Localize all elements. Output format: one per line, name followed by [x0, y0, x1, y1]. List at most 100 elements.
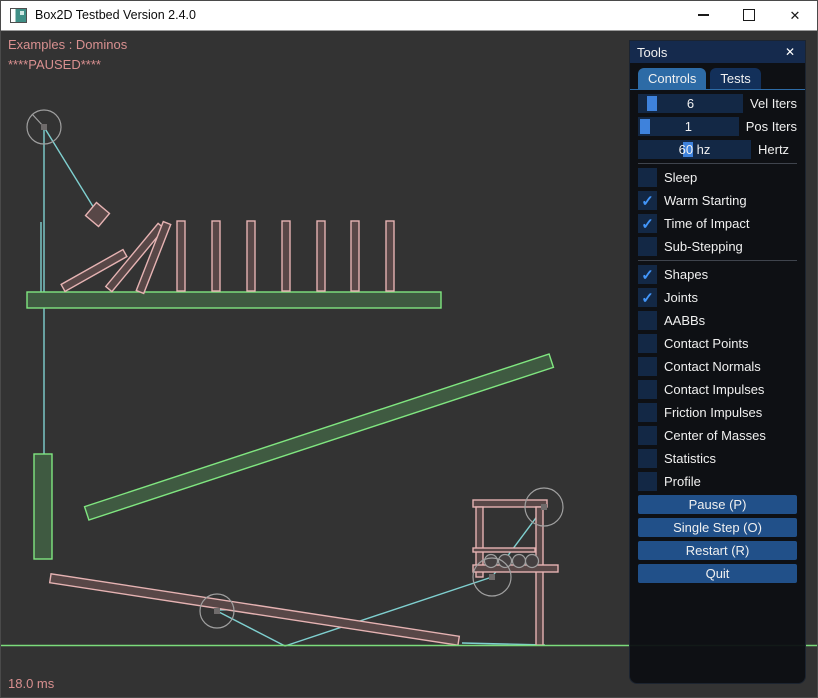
checkbox-box[interactable]: [638, 357, 657, 376]
checkbox-profile[interactable]: Profile: [638, 472, 797, 491]
hertz-slider[interactable]: 60 hz Hertz: [638, 140, 797, 159]
checkbox-shapes[interactable]: ✓ Shapes: [638, 265, 797, 284]
checkbox-label: Contact Points: [664, 336, 749, 351]
checkbox-label: Joints: [664, 290, 698, 305]
minimize-button[interactable]: [680, 0, 726, 30]
pendulum-box[interactable]: [86, 203, 110, 227]
checkbox-box[interactable]: [638, 472, 657, 491]
checkbox-label: Sleep: [664, 170, 697, 185]
frame-time-label: 18.0 ms: [8, 676, 54, 691]
seesaw-plank[interactable]: [50, 574, 460, 645]
standing-domino[interactable]: [212, 221, 220, 291]
checkbox-label: Profile: [664, 474, 701, 489]
domino-platform: [27, 292, 441, 308]
paused-label: ****PAUSED****: [8, 57, 101, 72]
window-title: Box2D Testbed Version 2.4.0: [35, 8, 196, 22]
checkbox-box[interactable]: [638, 380, 657, 399]
app-icon: [10, 8, 27, 23]
checkbox-statistics[interactable]: Statistics: [638, 449, 797, 468]
checkbox-label: Center of Masses: [664, 428, 766, 443]
checkbox-box[interactable]: [638, 403, 657, 422]
checkbox-box[interactable]: [638, 237, 657, 256]
separator: [638, 260, 797, 261]
checkbox-box[interactable]: [638, 449, 657, 468]
tab-controls[interactable]: Controls: [638, 68, 706, 89]
standing-domino[interactable]: [247, 221, 255, 291]
pause-button[interactable]: Pause (P): [638, 495, 797, 514]
checkbox-sleep[interactable]: Sleep: [638, 168, 797, 187]
checkbox-box[interactable]: [638, 426, 657, 445]
vel-iters-label: Vel Iters: [750, 96, 797, 111]
tools-tabbar: Controls Tests: [630, 63, 805, 90]
standing-domino[interactable]: [317, 221, 325, 291]
dominoes-group[interactable]: [61, 221, 394, 293]
maximize-icon: [743, 9, 755, 21]
tools-panel-titlebar[interactable]: Tools ✕: [630, 41, 805, 63]
single-step-button[interactable]: Single Step (O): [638, 518, 797, 537]
checkbox-center-of-masses[interactable]: Center of Masses: [638, 426, 797, 445]
standing-domino[interactable]: [351, 221, 359, 291]
static-bodies: [27, 292, 553, 559]
checkbox-box[interactable]: ✓: [638, 288, 657, 307]
checkbox-label: Shapes: [664, 267, 708, 282]
checkbox-label: Warm Starting: [664, 193, 747, 208]
checkbox-label: Sub-Stepping: [664, 239, 743, 254]
checkbox-label: Contact Normals: [664, 359, 761, 374]
maximize-button[interactable]: [726, 0, 772, 30]
tools-panel-close-button[interactable]: ✕: [782, 44, 798, 60]
tab-tests[interactable]: Tests: [710, 68, 760, 89]
long-ramp: [85, 354, 554, 520]
checkbox-warm-starting[interactable]: ✓ Warm Starting: [638, 191, 797, 210]
slider-grab[interactable]: [640, 119, 650, 134]
vertical-column: [34, 454, 52, 559]
checkbox-label: Friction Impulses: [664, 405, 762, 420]
checkbox-time-of-impact[interactable]: ✓ Time of Impact: [638, 214, 797, 233]
checkbox-box[interactable]: [638, 168, 657, 187]
quit-button[interactable]: Quit: [638, 564, 797, 583]
hertz-label: Hertz: [758, 142, 789, 157]
checkbox-box[interactable]: [638, 334, 657, 353]
checkbox-friction-impulses[interactable]: Friction Impulses: [638, 403, 797, 422]
example-label: Examples : Dominos: [8, 37, 127, 52]
pos-iters-value: 1: [685, 119, 692, 134]
stand-top-beam[interactable]: [473, 500, 547, 507]
slider-grab[interactable]: [647, 96, 657, 111]
tools-panel: Tools ✕ Controls Tests 6 Vel Iters 1 Pos…: [629, 40, 806, 684]
checkbox-joints[interactable]: ✓ Joints: [638, 288, 797, 307]
close-icon: ✕: [790, 9, 801, 22]
minimize-icon: [698, 14, 709, 15]
vel-iters-value: 6: [687, 96, 694, 111]
checkbox-label: AABBs: [664, 313, 705, 328]
standing-domino[interactable]: [282, 221, 290, 291]
checkbox-label: Contact Impulses: [664, 382, 764, 397]
checkbox-box[interactable]: [638, 311, 657, 330]
hertz-value: 60 hz: [679, 142, 711, 157]
checkbox-aabbs[interactable]: AABBs: [638, 311, 797, 330]
pos-iters-slider[interactable]: 1 Pos Iters: [638, 117, 797, 136]
standing-domino[interactable]: [177, 221, 185, 291]
restart-button[interactable]: Restart (R): [638, 541, 797, 560]
checkbox-sub-stepping[interactable]: Sub-Stepping: [638, 237, 797, 256]
separator: [638, 163, 797, 164]
checkbox-box[interactable]: ✓: [638, 214, 657, 233]
checkbox-contact-points[interactable]: Contact Points: [638, 334, 797, 353]
close-button[interactable]: ✕: [772, 0, 818, 30]
standing-domino[interactable]: [386, 221, 394, 291]
ball[interactable]: [499, 555, 512, 568]
checkbox-label: Statistics: [664, 451, 716, 466]
vel-iters-slider[interactable]: 6 Vel Iters: [638, 94, 797, 113]
ball[interactable]: [526, 555, 539, 568]
checkbox-contact-normals[interactable]: Contact Normals: [638, 357, 797, 376]
tools-panel-title: Tools: [637, 45, 782, 60]
pos-iters-label: Pos Iters: [746, 119, 797, 134]
ball[interactable]: [485, 555, 498, 568]
checkbox-label: Time of Impact: [664, 216, 749, 231]
checkbox-box[interactable]: ✓: [638, 265, 657, 284]
window-titlebar[interactable]: Box2D Testbed Version 2.4.0 ✕: [0, 0, 818, 31]
checkbox-contact-impulses[interactable]: Contact Impulses: [638, 380, 797, 399]
ball[interactable]: [513, 555, 526, 568]
stand-structure[interactable]: [473, 500, 558, 645]
stand-right-post[interactable]: [536, 507, 543, 645]
checkbox-box[interactable]: ✓: [638, 191, 657, 210]
stand-retainer-bar[interactable]: [473, 548, 535, 552]
